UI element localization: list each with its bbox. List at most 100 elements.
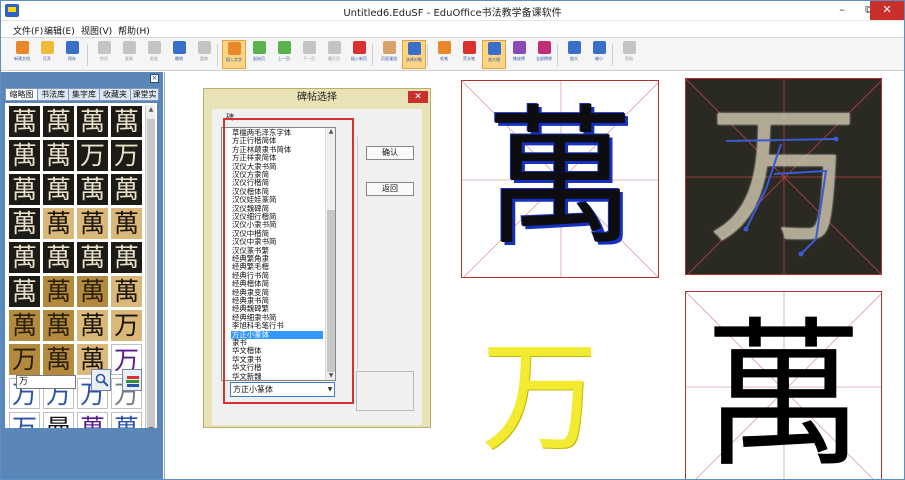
thumbnail-item[interactable]: 萬	[43, 344, 74, 375]
thumbnail-item[interactable]: 萬	[43, 174, 74, 205]
thumbnail-item[interactable]: 萬	[9, 310, 40, 341]
toolbar-label: 最后页	[328, 56, 340, 61]
toolbar-button-start-page[interactable]: 起始页	[247, 40, 271, 69]
toolbar-button-copy[interactable]: 复制	[117, 40, 141, 69]
thumbnail-item[interactable]: 万	[9, 344, 40, 375]
character-panel-2[interactable]: 万	[685, 78, 882, 275]
thumbnail-item[interactable]: 萬	[111, 208, 142, 239]
toolbar-button-zoom-in[interactable]: 放大	[562, 40, 586, 69]
thumbnail-scrollbar[interactable]: ▲ ▼	[145, 105, 156, 479]
next-page-icon	[302, 41, 316, 54]
thumbnail-item[interactable]: 萬	[77, 276, 108, 307]
thumbnail-item[interactable]: 萬	[77, 106, 108, 137]
character-panel-4[interactable]: 萬	[685, 291, 882, 479]
thumbnail-item[interactable]: 萬	[9, 208, 40, 239]
search-icon	[95, 373, 109, 387]
toolbar-button-undo[interactable]: 撤销	[167, 40, 191, 69]
menu-view[interactable]: 视图(V)	[81, 24, 112, 37]
brush-icon	[437, 41, 451, 54]
window-title: Untitled6.EduSF - EduOffice书法教学备课软件	[343, 8, 562, 19]
thumbnail-item[interactable]: 萬	[43, 208, 74, 239]
toolbar-button-brush[interactable]: 毛笔	[432, 40, 456, 69]
left-panel: × 缩略图 书法库 集字库 收藏夹 课堂实 萬萬萬萬萬萬万万萬萬萬萬萬萬萬萬萬萬…	[1, 72, 163, 479]
thumbnail-item[interactable]: 萬	[43, 276, 74, 307]
toolbar-button-redo[interactable]: 重做	[192, 40, 216, 69]
insert-text-icon	[227, 42, 241, 55]
toolbar-button-cut[interactable]: 剪切	[92, 40, 116, 69]
toolbar-button-insert-text[interactable]: 插入文字	[222, 40, 246, 69]
toolbar-label: 撤销	[175, 56, 183, 61]
toolbar-label: 缩小	[595, 56, 603, 61]
books-button[interactable]	[122, 369, 142, 391]
thumbnail-item[interactable]: 萬	[43, 106, 74, 137]
toolbar-button-eraser[interactable]: 橡皮擦	[507, 40, 531, 69]
thumbnail-item[interactable]: 萬	[9, 174, 40, 205]
tab-character-collection[interactable]: 集字库	[68, 88, 100, 101]
dialog-close-button[interactable]: ✕	[408, 91, 428, 103]
thumbnail-item[interactable]: 万	[77, 140, 108, 171]
thumbnail-item[interactable]: 萬	[77, 208, 108, 239]
thumbnail-item[interactable]: 萬	[43, 242, 74, 273]
toolbar-label: 页面漫游	[381, 56, 397, 61]
menu-edit[interactable]: 编辑(E)	[44, 24, 75, 37]
last-page-icon	[327, 41, 341, 54]
toolbar-button-paste[interactable]: 粘贴	[142, 40, 166, 69]
thumbnail-item[interactable]: 萬	[9, 140, 40, 171]
tab-calligraphy-library[interactable]: 书法库	[37, 88, 69, 101]
back-button[interactable]: 返回	[366, 182, 414, 196]
toolbar-button-save[interactable]: 保存	[60, 40, 84, 69]
confirm-button[interactable]: 确认	[366, 146, 414, 160]
thumbnail-item[interactable]: 萬	[111, 276, 142, 307]
toolbar-button-hand[interactable]: 页面漫游	[377, 40, 401, 69]
thumbnail-item[interactable]: 万	[111, 140, 142, 171]
scroll-up-icon[interactable]: ▲	[146, 105, 156, 115]
toolbar-button-last-page[interactable]: 最后页	[322, 40, 346, 69]
search-button[interactable]	[91, 369, 111, 391]
toolbar-button-help[interactable]: 帮助	[617, 40, 641, 69]
toolbar-label: 放大镜	[488, 57, 500, 62]
thumbnail-item[interactable]: 萬	[77, 242, 108, 273]
menu-file[interactable]: 文件(F)	[13, 24, 43, 37]
close-button[interactable]: ✕	[870, 1, 904, 20]
toolbar-button-highlighter[interactable]: 荧光笔	[457, 40, 481, 69]
tab-classroom[interactable]: 课堂实	[130, 88, 159, 101]
thumbnail-item[interactable]: 萬	[77, 174, 108, 205]
thumbnail-item[interactable]: 萬	[9, 106, 40, 137]
toolbar-button-cursor[interactable]: 选择对象	[402, 40, 426, 69]
stroke-order-arrows	[725, 136, 839, 257]
toolbar-button-next-page[interactable]: 下一页	[297, 40, 321, 69]
toolbar-label: 打开	[43, 56, 51, 61]
thumbnail-item[interactable]: 萬	[77, 310, 108, 341]
toolbar-button-new-doc[interactable]: 新建文档	[10, 40, 34, 69]
thumbnail-item[interactable]: 萬	[43, 140, 74, 171]
thumbnail-item[interactable]: 萬	[111, 174, 142, 205]
thumbnail-item[interactable]: 萬	[43, 310, 74, 341]
thumbnail-item[interactable]: 萬	[111, 242, 142, 273]
toolbar-button-open-folder[interactable]: 打开	[35, 40, 59, 69]
toolbar-button-insert-page[interactable]: 插入新页	[347, 40, 371, 69]
yellow-character[interactable]: 万	[481, 339, 591, 465]
tab-favorites[interactable]: 收藏夹	[99, 88, 131, 101]
toolbar-button-prev-page[interactable]: 上一页	[272, 40, 296, 69]
toolbar-label: 起始页	[253, 56, 265, 61]
menu-help[interactable]: 帮助(H)	[118, 24, 150, 37]
character-search-input[interactable]: 万	[16, 375, 76, 389]
tab-thumbnails[interactable]: 缩略图	[5, 88, 38, 101]
thumbnail-item[interactable]: 万	[111, 310, 142, 341]
toolbar-button-clear-all[interactable]: 全部擦除	[532, 40, 556, 69]
character-panel-1[interactable]: 萬	[461, 80, 659, 278]
save-icon	[65, 41, 79, 54]
minimize-button[interactable]: –	[828, 1, 856, 20]
toolbar-button-zoom-out[interactable]: 缩小	[587, 40, 611, 69]
undo-icon	[172, 41, 186, 54]
title-bar[interactable]: Untitled6.EduSF - EduOffice书法教学备课软件 – ⧉ …	[1, 1, 904, 21]
toolbar-label: 荧光笔	[463, 56, 475, 61]
scroll-thumb[interactable]	[147, 119, 155, 435]
thumbnail-item[interactable]: 萬	[9, 276, 40, 307]
thumbnail-item[interactable]: 萬	[9, 242, 40, 273]
panel-close-icon[interactable]: ×	[150, 74, 159, 83]
dialog-title[interactable]: 碑帖选择	[204, 89, 430, 107]
toolbar-button-magnifier[interactable]: 放大镜	[482, 40, 506, 69]
toolbar-label: 选择对象	[406, 57, 422, 62]
thumbnail-item[interactable]: 萬	[111, 106, 142, 137]
